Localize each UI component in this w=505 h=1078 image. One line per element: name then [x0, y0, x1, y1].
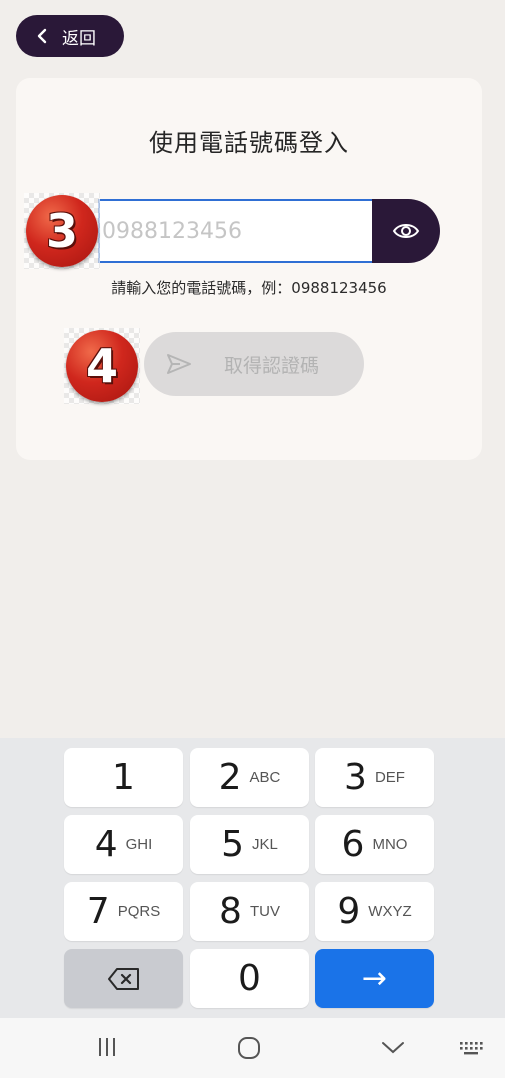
eye-icon — [392, 224, 420, 238]
home-button[interactable] — [237, 1036, 261, 1060]
key-letters: PQRS — [117, 903, 161, 920]
keyboard-icon — [460, 1042, 483, 1055]
step-marker-4: 4 — [64, 328, 140, 404]
key-letters: GHI — [125, 836, 153, 853]
nav-back-button[interactable] — [380, 1036, 406, 1058]
phone-input[interactable] — [98, 199, 374, 263]
key-number: 8 — [219, 891, 242, 932]
key-number: 0 — [238, 958, 261, 999]
key-number: 4 — [94, 824, 118, 865]
toggle-visibility-button[interactable] — [372, 199, 440, 263]
key-4[interactable]: 4 GHI — [64, 815, 183, 874]
step-marker-3: 3 — [24, 193, 100, 269]
key-number: 6 — [341, 824, 365, 865]
key-number: 9 — [337, 891, 361, 932]
arrow-right-icon: → — [361, 961, 388, 996]
get-verification-code-button[interactable]: 取得認證碼 — [144, 332, 364, 396]
home-icon — [238, 1037, 260, 1059]
key-7[interactable]: 7 PQRS — [64, 882, 183, 941]
key-8[interactable]: 8 TUV — [190, 882, 309, 941]
key-number: 7 — [86, 891, 110, 932]
key-letters: JKL — [252, 836, 278, 853]
page-title: 使用電話號碼登入 — [149, 129, 349, 157]
key-number: 3 — [344, 757, 367, 798]
key-2[interactable]: 2 ABC — [190, 748, 309, 807]
key-1[interactable]: 1 — [64, 748, 183, 807]
key-letters: TUV — [249, 903, 280, 920]
key-letters: WXYZ — [368, 903, 412, 920]
get-code-label: 取得認證碼 — [224, 354, 320, 377]
step-number: 4 — [85, 339, 118, 393]
backspace-key[interactable] — [64, 949, 183, 1008]
keyboard-switch-button[interactable] — [458, 1036, 484, 1058]
send-icon — [167, 354, 191, 374]
key-6[interactable]: 6 MNO — [315, 815, 434, 874]
key-letters: ABC — [249, 769, 281, 786]
enter-key[interactable]: → — [315, 949, 434, 1008]
back-button[interactable]: 返回 — [16, 15, 124, 57]
key-number: 2 — [218, 757, 242, 798]
key-letters: DEF — [374, 769, 405, 786]
key-5[interactable]: 5 JKL — [190, 815, 309, 874]
key-letters: MNO — [372, 836, 408, 853]
back-label: 返回 — [62, 28, 96, 49]
recent-apps-icon — [99, 1038, 115, 1056]
key-number: 5 — [221, 824, 245, 865]
recent-apps-button[interactable] — [96, 1036, 118, 1058]
backspace-icon — [107, 967, 139, 990]
system-nav-bar — [0, 1018, 505, 1078]
key-9[interactable]: 9 WXYZ — [315, 882, 434, 941]
key-3[interactable]: 3 DEF — [315, 748, 434, 807]
chevron-left-icon — [37, 28, 47, 44]
numeric-keyboard: 1 2 ABC 3 DEF 4 GHI 5 JKL 6 MNO 7 PQRS 8… — [0, 738, 505, 1018]
key-0[interactable]: 0 — [190, 949, 309, 1008]
chevron-down-icon — [382, 1042, 404, 1054]
key-number: 1 — [112, 757, 135, 798]
step-number: 3 — [45, 204, 78, 258]
login-screen: 返回 使用電話號碼登入 請輸入您的電話號碼，例：0988123456 取得認證碼… — [0, 0, 505, 1078]
phone-hint: 請輸入您的電話號碼，例：0988123456 — [111, 279, 387, 297]
